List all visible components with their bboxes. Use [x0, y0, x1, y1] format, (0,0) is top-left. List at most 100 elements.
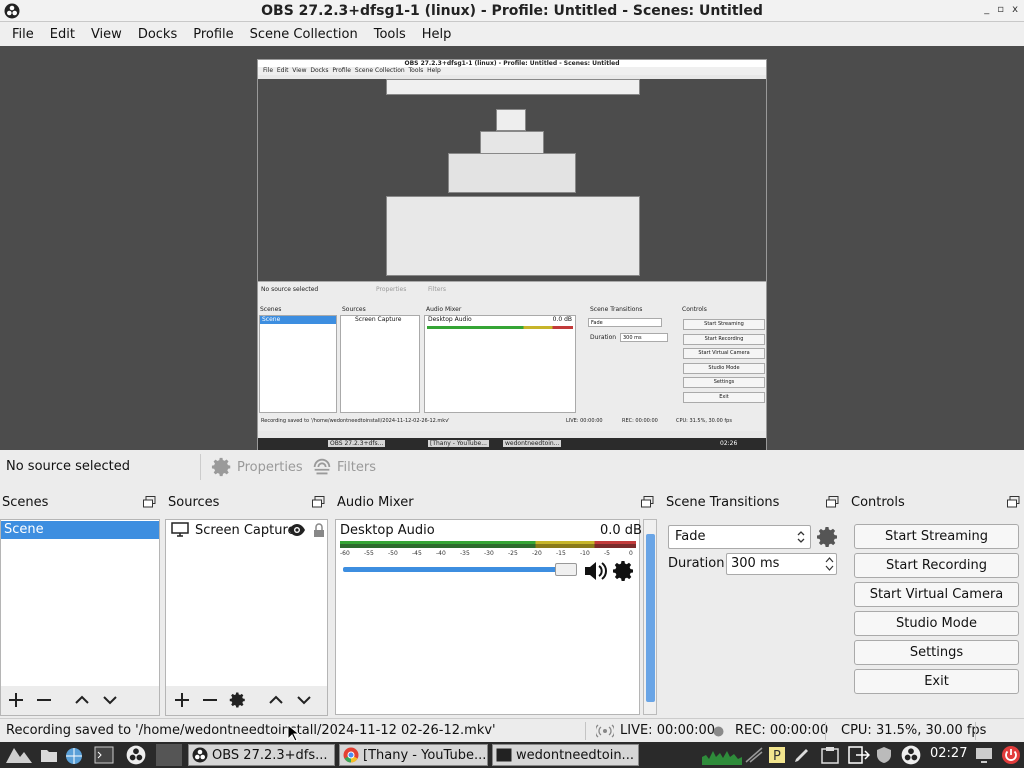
mixer-scrollbar-thumb[interactable]: [646, 534, 655, 702]
exit-button[interactable]: Exit: [854, 669, 1019, 694]
start-virtual-camera-button[interactable]: Start Virtual Camera: [854, 582, 1019, 607]
transition-select[interactable]: Fade: [668, 525, 811, 549]
sources-list[interactable]: [165, 519, 328, 687]
undock-sources-icon[interactable]: [312, 496, 325, 508]
settings-button[interactable]: Settings: [854, 640, 1019, 665]
volume-slider-handle[interactable]: [555, 563, 577, 576]
gear-icon[interactable]: [816, 525, 840, 549]
menu-view[interactable]: View: [83, 27, 130, 42]
live-timer: LIVE: 00:00:00: [620, 723, 716, 738]
no-source-label: No source selected: [6, 459, 130, 474]
menu-scene-collection[interactable]: Scene Collection: [242, 27, 366, 42]
obs-logo-icon[interactable]: [126, 745, 146, 765]
shield-icon[interactable]: [875, 746, 893, 764]
cpu-graph-icon: [702, 751, 742, 765]
start-recording-button[interactable]: Start Recording: [854, 553, 1019, 578]
meter-tick: -50: [388, 550, 398, 557]
parcellite-icon[interactable]: P: [768, 746, 786, 764]
remove-scene-button[interactable]: [35, 691, 53, 709]
mirror-mixer-db: 0.0 dB: [552, 316, 572, 323]
mixer-scrollbar[interactable]: [643, 519, 657, 715]
volume-slider-track[interactable]: [343, 567, 576, 572]
scene-list-item[interactable]: Scene: [1, 521, 159, 539]
preview-canvas[interactable]: OBS 27.2.3+dfsg1-1 (linux) - Profile: Un…: [0, 46, 1024, 451]
add-source-button[interactable]: [173, 691, 191, 709]
properties-button[interactable]: Properties: [211, 456, 303, 478]
taskbar-item-label: wedontneedtoin...: [516, 747, 634, 763]
minus-icon: [37, 699, 51, 701]
monitor-icon: [171, 522, 189, 537]
menu-docks[interactable]: Docks: [130, 27, 185, 42]
mirror-meter: [427, 326, 573, 329]
mirror-sources-list: Screen Capture: [340, 315, 420, 413]
browser-icon[interactable]: [64, 746, 84, 766]
mirror-transition: Fade: [588, 318, 662, 327]
spinner-arrows-icon[interactable]: [825, 556, 834, 572]
scenes-list[interactable]: [0, 519, 160, 687]
maximize-button[interactable]: ▫: [997, 4, 1004, 15]
studio-mode-button[interactable]: Studio Mode: [854, 611, 1019, 636]
obs-logo-icon[interactable]: [901, 745, 921, 765]
mouse-cursor-icon: [287, 724, 299, 742]
obs-logo-icon: [192, 747, 208, 763]
status-message: Recording saved to '/home/wedontneedtoin…: [6, 723, 496, 738]
audio-mixer-dock-title: Audio Mixer: [337, 495, 414, 510]
menu-tools[interactable]: Tools: [366, 27, 414, 42]
taskbar-item-terminal[interactable]: wedontneedtoin...: [492, 744, 639, 766]
terminal-icon[interactable]: [94, 746, 114, 764]
taskbar-item-youtube[interactable]: [Thany - YouTube...: [339, 744, 488, 766]
power-icon[interactable]: [1001, 745, 1021, 765]
gear-icon[interactable]: [612, 559, 636, 583]
filter-icon: [313, 458, 331, 475]
mirror-title: OBS 27.2.3+dfsg1-1 (linux) - Profile: Un…: [258, 60, 766, 67]
taskbar-item-label: [Thany - YouTube...: [363, 747, 487, 763]
nested-capture-5: [386, 196, 640, 276]
pen-icon[interactable]: [793, 746, 811, 764]
status-divider: [975, 722, 976, 740]
mirror-no-source: No source selected: [261, 286, 319, 293]
minimize-button[interactable]: _: [984, 4, 989, 15]
move-source-up-button[interactable]: [267, 691, 285, 709]
undock-mixer-icon[interactable]: [641, 496, 654, 508]
mirror-duration-label: Duration: [590, 334, 617, 341]
menu-profile[interactable]: Profile: [185, 27, 241, 42]
eye-icon[interactable]: [288, 523, 306, 537]
title-bar: OBS 27.2.3+dfsg1-1 (linux) - Profile: Un…: [0, 0, 1024, 22]
duration-value: 300 ms: [731, 556, 780, 571]
duration-input[interactable]: 300 ms: [726, 553, 837, 575]
undock-transitions-icon[interactable]: [826, 496, 839, 508]
source-properties-button[interactable]: [229, 691, 247, 709]
move-scene-up-button[interactable]: [73, 691, 91, 709]
taskbar-clock[interactable]: 02:27: [930, 746, 967, 761]
meter-tick: -60: [340, 550, 350, 557]
menu-edit[interactable]: Edit: [42, 27, 83, 42]
remove-source-button[interactable]: [201, 691, 219, 709]
clipboard-icon[interactable]: [820, 746, 840, 764]
undock-scenes-icon[interactable]: [143, 496, 156, 508]
screen-icon[interactable]: [975, 746, 993, 764]
file-manager-icon[interactable]: [40, 747, 58, 763]
menu-help[interactable]: Help: [414, 27, 460, 42]
status-divider: [825, 722, 826, 740]
close-button[interactable]: x: [1012, 4, 1018, 15]
nested-capture-4: [448, 153, 576, 193]
filters-button[interactable]: Filters: [311, 456, 376, 478]
move-scene-down-button[interactable]: [101, 691, 119, 709]
start-streaming-button[interactable]: Start Streaming: [854, 524, 1019, 549]
start-menu-icon[interactable]: [4, 745, 34, 765]
mixer-db-value: 0.0 dB: [600, 523, 642, 538]
speaker-icon[interactable]: [583, 560, 607, 582]
taskbar-item-obs[interactable]: OBS 27.2.3+dfs...: [188, 744, 335, 766]
lock-icon[interactable]: [313, 522, 325, 538]
desktop-pager[interactable]: [156, 744, 182, 766]
taskbar-item-label: OBS 27.2.3+dfs...: [212, 747, 328, 763]
network-icon: [745, 747, 763, 763]
source-list-item[interactable]: Screen Capture: [167, 521, 327, 539]
meter-tick: -30: [484, 550, 494, 557]
move-source-down-button[interactable]: [295, 691, 313, 709]
add-scene-button[interactable]: [7, 691, 25, 709]
meter-tick: 0: [629, 550, 633, 557]
logout-icon[interactable]: [848, 746, 870, 764]
menu-file[interactable]: File: [4, 27, 42, 42]
undock-controls-icon[interactable]: [1007, 496, 1020, 508]
